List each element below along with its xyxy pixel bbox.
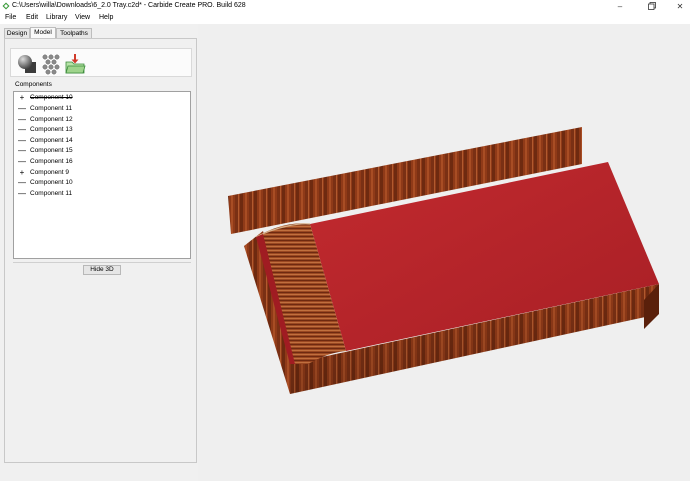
menu-help[interactable]: Help [99,14,113,21]
dash-icon: — [18,115,26,124]
import-model-icon[interactable] [64,53,86,75]
menu-edit[interactable]: Edit [26,14,38,21]
component-name: Component 9 [30,169,70,176]
dash-icon: — [18,189,26,198]
3d-viewport[interactable] [198,24,690,481]
list-item[interactable]: — Component 16 [18,157,188,167]
window-title: C:\Users\willa\Downloads\6_2.0 Tray.c2d*… [12,2,246,9]
list-item[interactable]: + Component 9 [18,168,188,178]
dash-icon: — [18,146,26,155]
list-item[interactable]: — Component 15 [18,146,188,156]
sphere-box-icon[interactable] [16,53,38,75]
divider [13,262,191,263]
grid-pattern-icon[interactable] [40,53,62,75]
menu-library[interactable]: Library [46,14,67,21]
component-name: Component 16 [30,158,73,165]
hide-3d-button[interactable]: Hide 3D [83,265,121,275]
dash-icon: — [18,178,26,187]
menu-bar: File Edit Library View Help [0,12,690,24]
component-name: Component 12 [30,116,73,123]
expand-icon[interactable]: + [18,168,26,178]
close-icon[interactable]: ✕ [670,0,690,12]
component-name: Component 13 [30,126,73,133]
dash-icon: — [18,157,26,166]
component-name: Component 14 [30,137,73,144]
list-item[interactable]: — Component 11 [18,189,188,199]
maximize-icon[interactable] [642,0,662,12]
3d-model-render[interactable] [198,24,690,481]
title-bar: C:\Users\willa\Downloads\6_2.0 Tray.c2d*… [0,0,690,12]
expand-icon[interactable]: + [18,93,26,103]
component-name: Component 10 [30,94,73,101]
component-name: Component 11 [30,105,73,112]
menu-file[interactable]: File [5,14,16,21]
component-name: Component 15 [30,147,73,154]
dash-icon: — [18,125,26,134]
list-item[interactable]: — Component 10 [18,178,188,188]
component-name: Component 10 [30,179,73,186]
components-label: Components [15,81,52,88]
list-item[interactable]: — Component 12 [18,115,188,125]
list-item[interactable]: — Component 13 [18,125,188,135]
dash-icon: — [18,104,26,113]
components-list[interactable]: + Component 10 — Component 11 — Componen… [13,91,191,259]
app-icon [2,2,10,10]
list-item[interactable]: — Component 14 [18,136,188,146]
minimize-icon[interactable]: – [610,0,630,12]
model-panel: Components + Component 10 — Component 11… [4,38,197,463]
component-name: Component 11 [30,190,73,197]
dash-icon: — [18,136,26,145]
list-item[interactable]: — Component 11 [18,104,188,114]
model-toolbar [10,48,192,77]
menu-view[interactable]: View [75,14,90,21]
list-item[interactable]: + Component 10 [18,93,188,103]
